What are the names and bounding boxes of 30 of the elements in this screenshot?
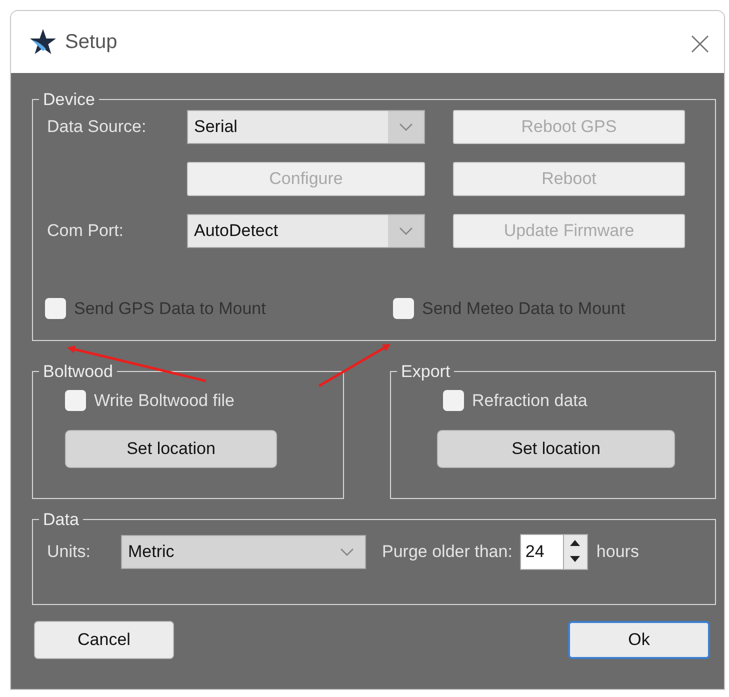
- units-dropdown[interactable]: Metric: [121, 535, 366, 569]
- group-legend: Device: [39, 91, 99, 108]
- cancel-button[interactable]: Cancel: [34, 621, 174, 659]
- field-label: hours: [596, 541, 639, 564]
- field-label: Units:: [47, 541, 92, 564]
- set-location-button[interactable]: Set location: [437, 430, 676, 468]
- caret-icon: [399, 123, 413, 131]
- checkbox-label: Send Meteo Data to Mount: [422, 298, 626, 320]
- checkbox-label: Send GPS Data to Mount: [74, 298, 266, 320]
- star-icon: [29, 28, 57, 56]
- set-location-button[interactable]: Set location: [65, 430, 277, 468]
- checkbox[interactable]: [443, 390, 464, 412]
- field-label: Data Source:: [47, 116, 148, 138]
- hours-spinner[interactable]: 24: [520, 534, 588, 570]
- checkbox[interactable]: [45, 298, 66, 320]
- window-title: Setup: [65, 30, 118, 55]
- com-port-dropdown[interactable]: AutoDetect: [187, 214, 425, 248]
- group-legend: Boltwood: [39, 363, 117, 380]
- field-label: Purge older than:: [382, 541, 512, 564]
- field-label: Com Port:: [47, 220, 125, 242]
- checkbox-label: Write Boltwood file: [94, 390, 234, 412]
- data-source-dropdown[interactable]: Serial: [187, 110, 425, 144]
- checkbox[interactable]: [65, 390, 86, 412]
- ok-button[interactable]: Ok: [568, 621, 710, 659]
- checkbox-label: Refraction data: [472, 390, 588, 412]
- group-legend: Data: [39, 511, 83, 528]
- checkbox[interactable]: [393, 298, 414, 320]
- caret-icon: [340, 548, 354, 556]
- group-legend: Export: [397, 363, 454, 380]
- caret-icon: [399, 227, 413, 235]
